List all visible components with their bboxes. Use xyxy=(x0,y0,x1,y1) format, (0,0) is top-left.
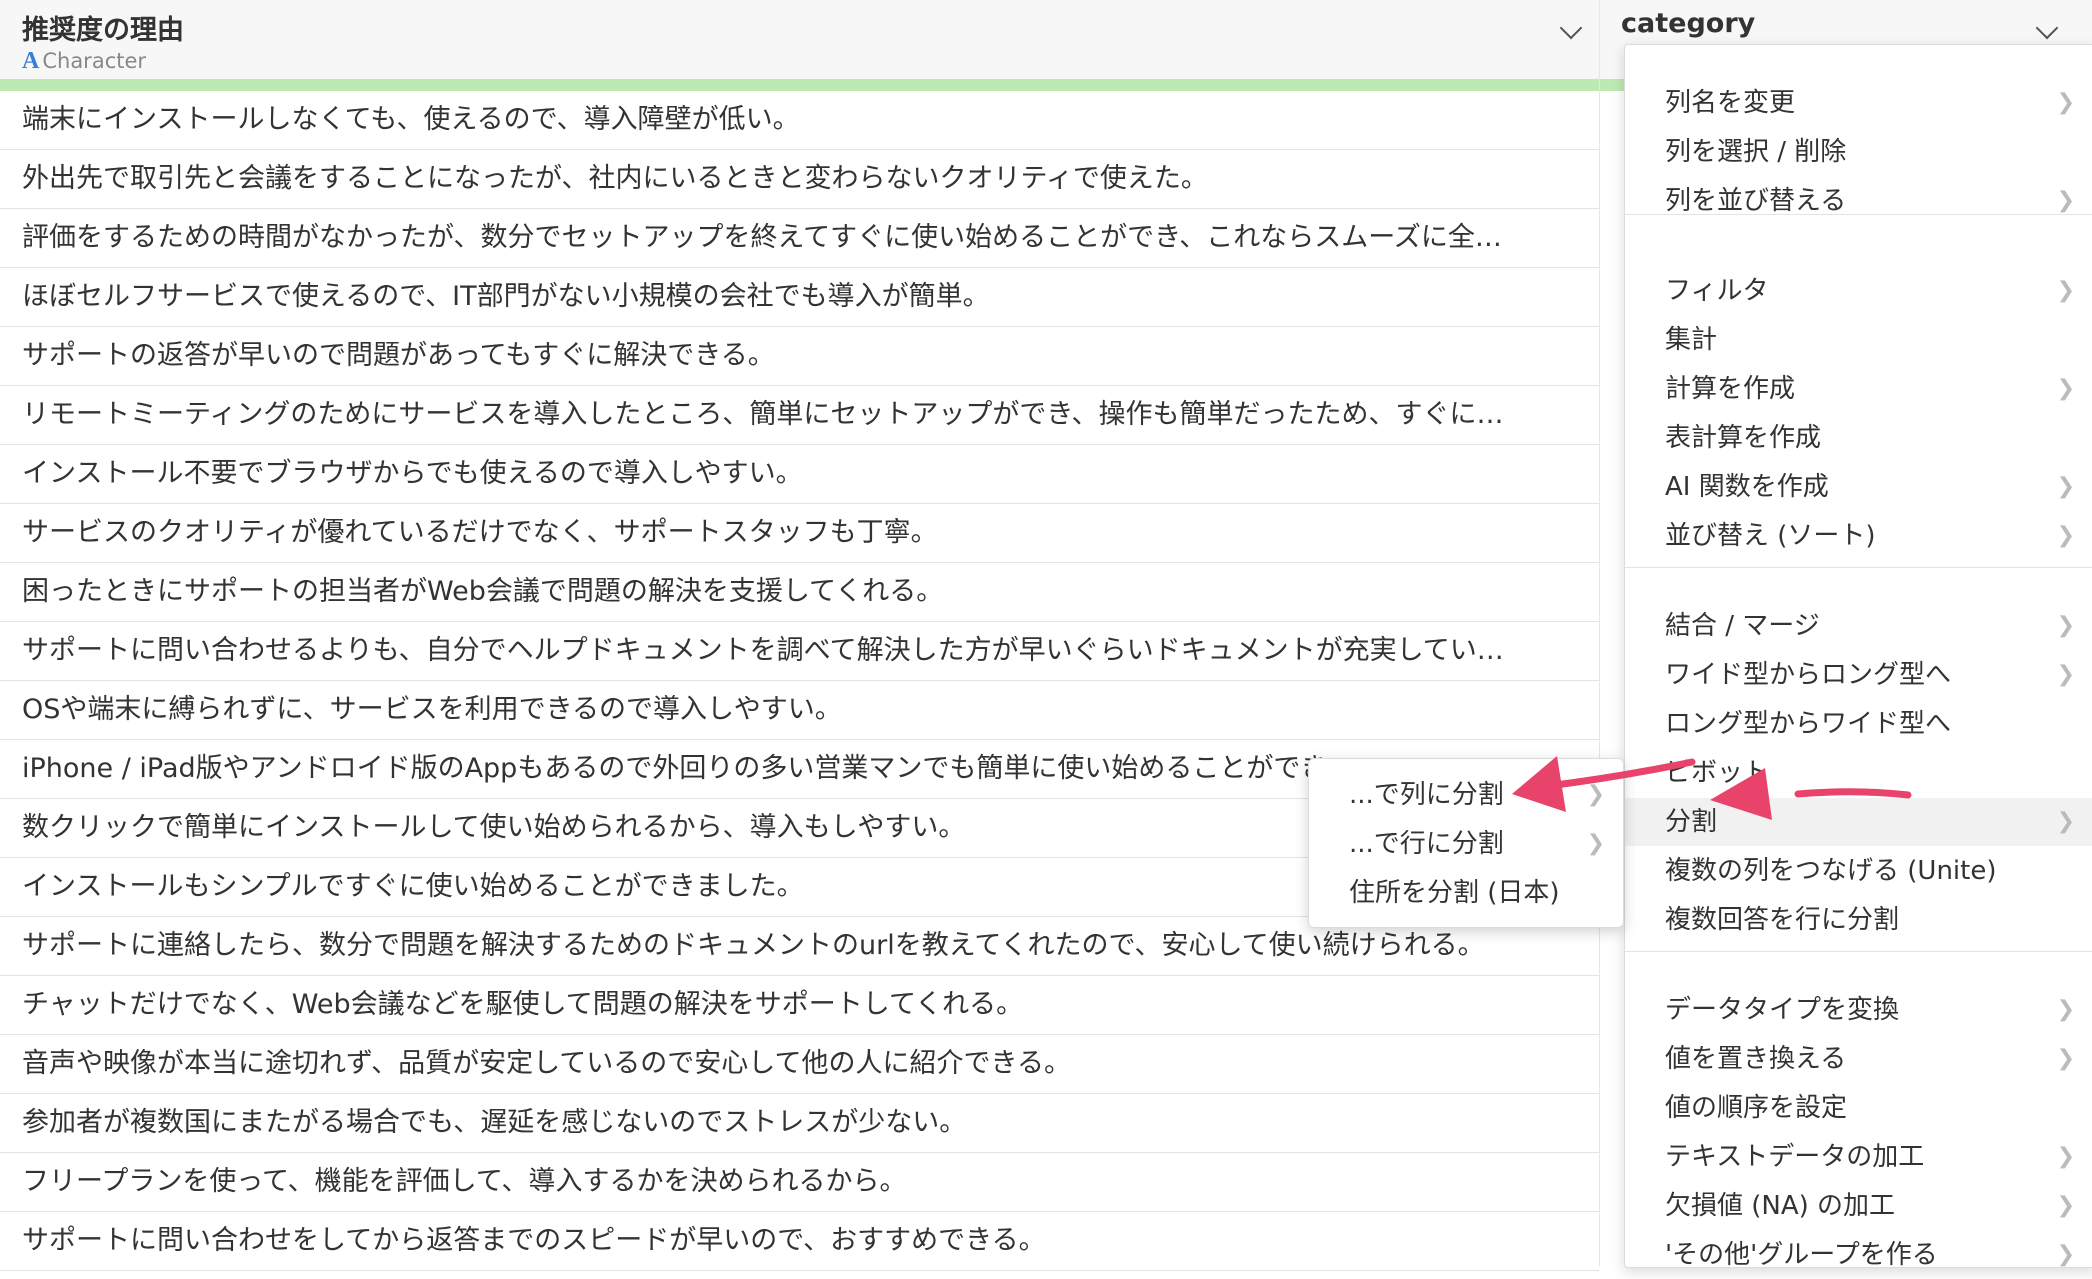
annotation-arrows xyxy=(1512,756,1912,820)
annotation-arrow-submenu xyxy=(1512,756,1696,812)
annotation-arrow-split xyxy=(1710,768,1912,820)
